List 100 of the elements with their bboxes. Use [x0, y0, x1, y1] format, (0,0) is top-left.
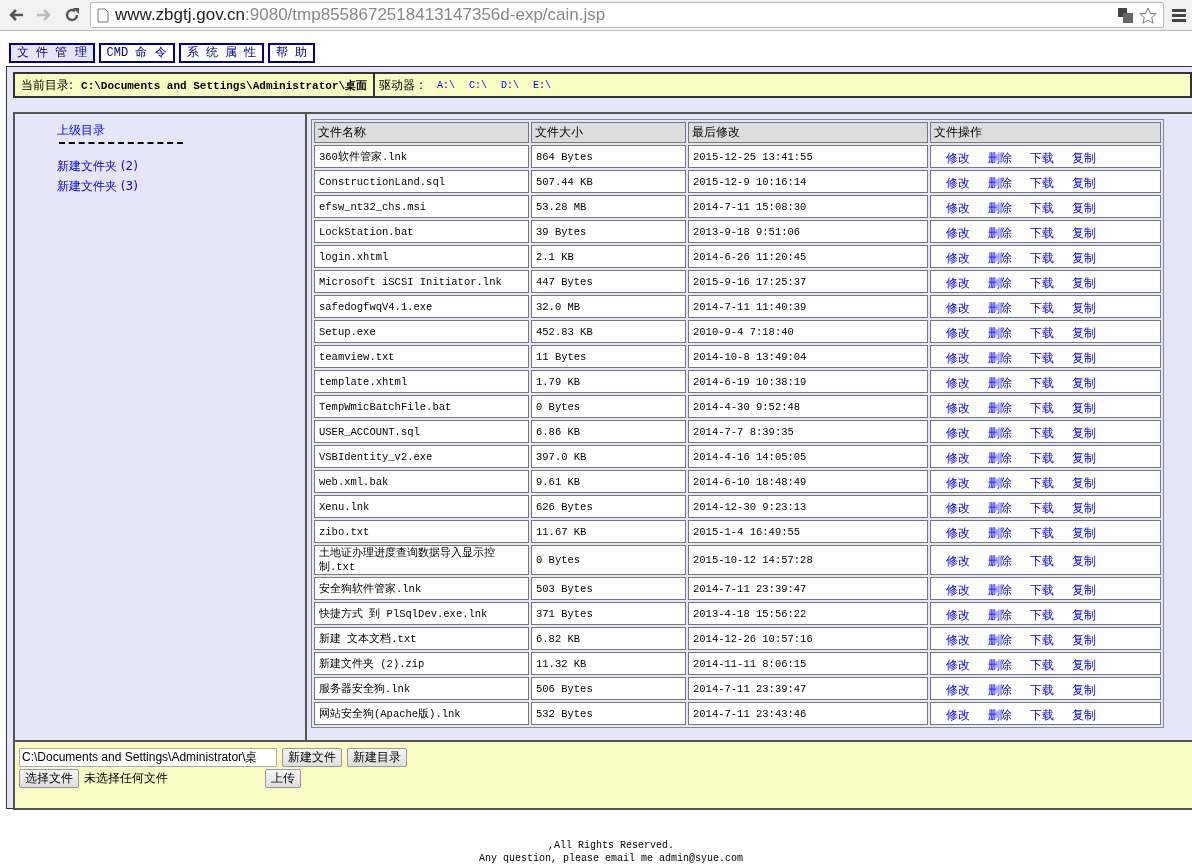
action-link[interactable]: 修改	[946, 607, 970, 622]
address-bar[interactable]: www.zbgtj.gov.cn:9080/tmp8558672518413147356d-exp/cain.jsp	[90, 2, 1164, 28]
action-link[interactable]: 下载	[1030, 450, 1054, 465]
action-link[interactable]: 复制	[1072, 582, 1096, 597]
action-link[interactable]: 修改	[946, 582, 970, 597]
action-link[interactable]: 删除	[988, 657, 1012, 672]
action-link[interactable]: 复制	[1072, 150, 1096, 165]
action-link[interactable]: 下载	[1030, 225, 1054, 240]
action-link[interactable]: 复制	[1072, 425, 1096, 440]
action-link[interactable]: 下载	[1030, 275, 1054, 290]
action-link[interactable]: 修改	[946, 475, 970, 490]
action-link[interactable]: 复制	[1072, 554, 1096, 568]
action-link[interactable]: 复制	[1072, 475, 1096, 490]
action-link[interactable]: 下载	[1030, 200, 1054, 215]
action-link[interactable]: 复制	[1072, 350, 1096, 365]
action-link[interactable]: 复制	[1072, 175, 1096, 190]
action-link[interactable]: 删除	[988, 375, 1012, 390]
parent-directory-link[interactable]: 上级目录	[57, 120, 305, 140]
action-link[interactable]: 下载	[1030, 325, 1054, 340]
action-link[interactable]: 下载	[1030, 425, 1054, 440]
action-link[interactable]: 修改	[946, 250, 970, 265]
action-link[interactable]: 删除	[988, 250, 1012, 265]
action-link[interactable]: 复制	[1072, 375, 1096, 390]
menu-tab[interactable]: 文 件 管 理	[9, 43, 95, 63]
star-icon[interactable]	[1139, 6, 1157, 24]
action-link[interactable]: 删除	[988, 200, 1012, 215]
action-link[interactable]: 复制	[1072, 225, 1096, 240]
action-link[interactable]: 删除	[988, 150, 1012, 165]
action-link[interactable]: 下载	[1030, 707, 1054, 722]
action-link[interactable]: 删除	[988, 707, 1012, 722]
action-link[interactable]: 复制	[1072, 500, 1096, 515]
action-link[interactable]: 修改	[946, 682, 970, 697]
action-link[interactable]: 删除	[988, 525, 1012, 540]
action-link[interactable]: 修改	[946, 400, 970, 415]
action-link[interactable]: 下载	[1030, 250, 1054, 265]
action-link[interactable]: 删除	[988, 450, 1012, 465]
action-link[interactable]: 复制	[1072, 657, 1096, 672]
action-link[interactable]: 删除	[988, 554, 1012, 568]
action-link[interactable]: 下载	[1030, 632, 1054, 647]
action-link[interactable]: 复制	[1072, 632, 1096, 647]
action-link[interactable]: 修改	[946, 200, 970, 215]
action-link[interactable]: 修改	[946, 225, 970, 240]
action-link[interactable]: 下载	[1030, 375, 1054, 390]
action-link[interactable]: 修改	[946, 707, 970, 722]
action-link[interactable]: 复制	[1072, 300, 1096, 315]
action-link[interactable]: 下载	[1030, 582, 1054, 597]
action-link[interactable]: 下载	[1030, 350, 1054, 365]
action-link[interactable]: 删除	[988, 475, 1012, 490]
action-link[interactable]: 下载	[1030, 400, 1054, 415]
action-link[interactable]: 修改	[946, 275, 970, 290]
action-link[interactable]: 下载	[1030, 525, 1054, 540]
action-link[interactable]: 删除	[988, 607, 1012, 622]
action-link[interactable]: 修改	[946, 425, 970, 440]
action-link[interactable]: 下载	[1030, 682, 1054, 697]
action-link[interactable]: 删除	[988, 500, 1012, 515]
action-link[interactable]: 下载	[1030, 500, 1054, 515]
action-link[interactable]: 复制	[1072, 450, 1096, 465]
action-link[interactable]: 删除	[988, 225, 1012, 240]
folder-link[interactable]: 新建文件夹 (3)	[57, 176, 305, 196]
action-link[interactable]: 删除	[988, 175, 1012, 190]
action-link[interactable]: 删除	[988, 582, 1012, 597]
action-link[interactable]: 删除	[988, 632, 1012, 647]
action-link[interactable]: 复制	[1072, 525, 1096, 540]
menu-tab[interactable]: CMD 命 令	[98, 43, 175, 63]
action-link[interactable]: 下载	[1030, 607, 1054, 622]
action-link[interactable]: 修改	[946, 150, 970, 165]
drive-link[interactable]: C:\	[468, 79, 487, 91]
action-link[interactable]: 复制	[1072, 250, 1096, 265]
action-link[interactable]: 下载	[1030, 554, 1054, 568]
action-link[interactable]: 下载	[1030, 657, 1054, 672]
action-link[interactable]: 复制	[1072, 325, 1096, 340]
action-link[interactable]: 修改	[946, 450, 970, 465]
action-link[interactable]: 修改	[946, 300, 970, 315]
action-link[interactable]: 修改	[946, 375, 970, 390]
action-link[interactable]: 删除	[988, 275, 1012, 290]
action-link[interactable]: 复制	[1072, 200, 1096, 215]
action-link[interactable]: 修改	[946, 325, 970, 340]
menu-tab[interactable]: 系 统 属 性	[178, 43, 265, 63]
choose-file-button[interactable]: 选择文件	[19, 769, 79, 788]
action-link[interactable]: 修改	[946, 554, 970, 568]
action-link[interactable]: 复制	[1072, 682, 1096, 697]
action-link[interactable]: 修改	[946, 175, 970, 190]
upload-button[interactable]: 上传	[265, 769, 301, 788]
drive-link[interactable]: E:\	[533, 79, 551, 91]
action-link[interactable]: 下载	[1030, 150, 1054, 165]
menu-tab[interactable]: 帮 助	[268, 43, 316, 63]
action-link[interactable]: 下载	[1030, 475, 1054, 490]
action-link[interactable]: 修改	[946, 525, 970, 540]
action-link[interactable]: 复制	[1072, 607, 1096, 622]
action-link[interactable]: 修改	[946, 632, 970, 647]
action-link[interactable]: 修改	[946, 350, 970, 365]
action-link[interactable]: 删除	[988, 682, 1012, 697]
action-link[interactable]: 删除	[988, 300, 1012, 315]
action-link[interactable]: 删除	[988, 400, 1012, 415]
action-link[interactable]: 下载	[1030, 300, 1054, 315]
drive-link[interactable]: D:\	[501, 79, 519, 91]
new-file-button[interactable]: 新建文件	[282, 748, 342, 767]
path-input[interactable]: C:\Documents and Settings\Administrator\桌	[19, 748, 277, 767]
action-link[interactable]: 修改	[946, 500, 970, 515]
action-link[interactable]: 修改	[946, 657, 970, 672]
